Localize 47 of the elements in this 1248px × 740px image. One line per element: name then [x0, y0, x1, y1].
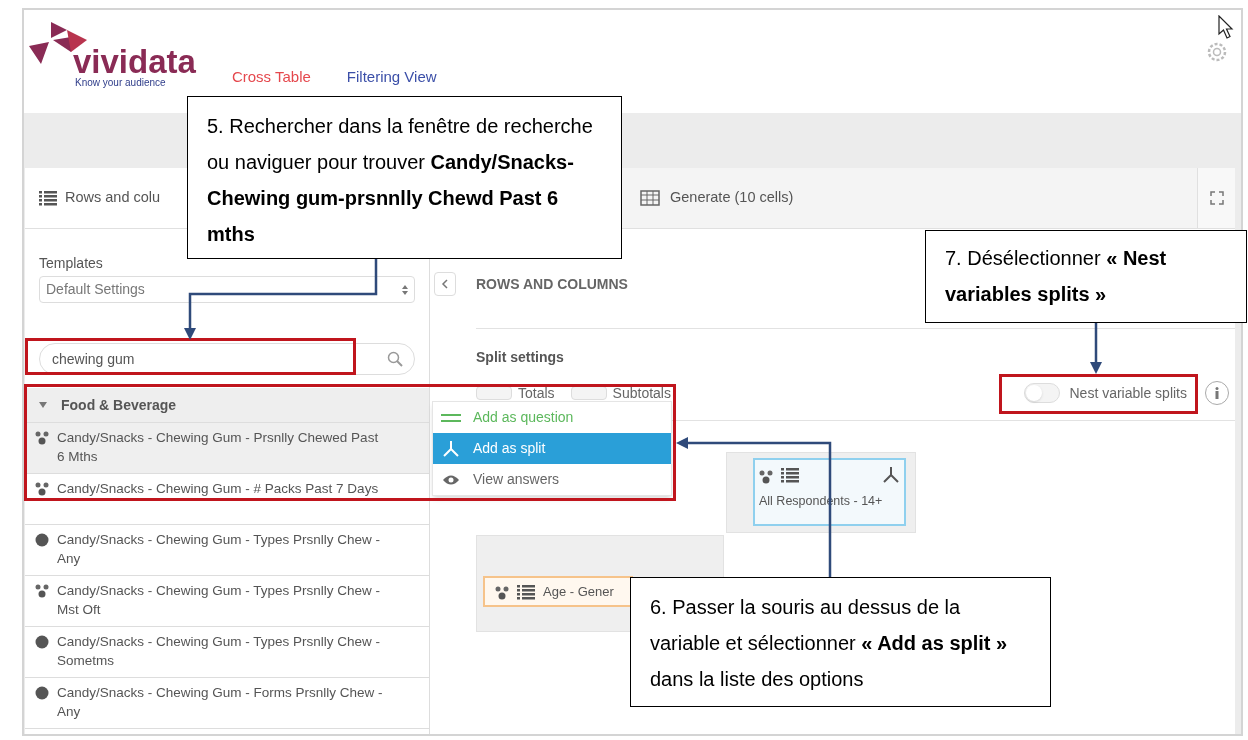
- logo-wordmark: vividata: [73, 45, 196, 78]
- nodes-icon: [35, 482, 49, 496]
- list-icon: [781, 467, 799, 483]
- equals-icon: [441, 412, 461, 423]
- callout-text: 6. Passer la souris au dessus de la variable et sélectionner « Add as split » dans la liste des options: [650, 596, 1008, 690]
- checkbox-label: Totals: [518, 383, 555, 403]
- nav-link[interactable]: Filtering View: [346, 66, 437, 89]
- nodes-icon: [495, 586, 509, 600]
- logo-tagline: Know your audience: [75, 78, 166, 88]
- search-icon: [387, 351, 403, 367]
- leader-arrow: [1090, 322, 1102, 374]
- nodes-icon: [35, 584, 49, 598]
- circle-icon: [35, 686, 49, 700]
- updown-icon: [402, 284, 408, 295]
- variable-card[interactable]: Age - Gener: [483, 576, 633, 607]
- collapse-button[interactable]: [434, 272, 456, 296]
- nav-link[interactable]: Cross Table: [231, 66, 311, 89]
- circle-icon: [35, 533, 49, 547]
- menu-item[interactable]: View answers: [433, 464, 671, 495]
- chevron-left-icon: [441, 279, 449, 289]
- list-icon: [517, 583, 535, 600]
- split-icon: [882, 466, 900, 484]
- split-icon: [442, 439, 460, 458]
- split-settings-heading: Split settings: [476, 348, 565, 367]
- eye-icon: [442, 473, 460, 486]
- nodes-icon: [35, 431, 49, 445]
- category-header[interactable]: Food & Beverage: [25, 388, 429, 423]
- templates-label: Templates: [39, 254, 104, 273]
- caret-down-icon: [39, 401, 47, 409]
- circle-icon: [35, 635, 49, 649]
- table-icon: [640, 190, 660, 206]
- variable-item[interactable]: Candy/Snacks - Chewing Gum - Prsnlly Chewed Past 6 Mths: [25, 423, 429, 474]
- pointer-icon: [1218, 15, 1234, 39]
- search-field[interactable]: chewing gum: [39, 343, 415, 375]
- generate-tab[interactable]: Generate (10 cells): [640, 168, 794, 228]
- callout-text: 5. Rechercher dans la fenêtre de recherche ou naviguer pour trouver Candy/Snacks-Chewing gum-prsnnlly Chewd Past 6 mths: [207, 115, 593, 245]
- list-icon: [39, 190, 57, 206]
- expand-icon: [1209, 191, 1224, 205]
- callout-text: 7. Désélectionner « Nest variables splits »: [945, 247, 1167, 305]
- settings-icon[interactable]: [1205, 40, 1229, 64]
- toggle-label: Nest variable splits: [1069, 383, 1187, 403]
- templates-select[interactable]: Default Settings: [39, 276, 415, 303]
- checkbox-label: Subtotals: [612, 383, 671, 403]
- nodes-icon: [759, 469, 773, 484]
- toggle-switch[interactable]: [1023, 383, 1060, 403]
- expand-button[interactable]: [1197, 168, 1235, 228]
- section-title: ROWS AND COLUMNS: [476, 274, 628, 294]
